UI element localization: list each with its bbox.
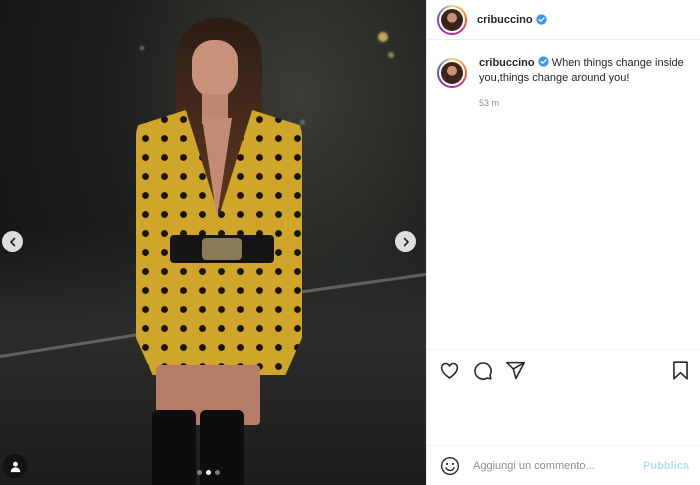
bookmark-icon <box>672 361 688 380</box>
post-timestamp[interactable]: 53 m <box>479 96 689 111</box>
verified-badge-icon <box>535 14 547 25</box>
publish-button[interactable]: Pubblica <box>643 460 689 472</box>
heart-icon <box>440 362 458 379</box>
share-button[interactable] <box>504 360 526 382</box>
caption-comment: cribuccino When things change inside you… <box>427 40 700 111</box>
like-button[interactable] <box>438 360 460 382</box>
save-button[interactable] <box>669 360 691 382</box>
caption-avatar[interactable] <box>437 58 467 88</box>
woman-figure <box>130 10 310 485</box>
emoji-button[interactable] <box>439 455 461 477</box>
carousel-indicator <box>197 470 220 475</box>
comment-input[interactable] <box>473 459 633 472</box>
tagged-users-button[interactable] <box>3 454 27 478</box>
smiley-face-icon <box>441 456 459 475</box>
carousel-dot-active <box>206 470 211 475</box>
paper-plane-icon <box>505 361 525 380</box>
post-photo[interactable] <box>0 0 426 485</box>
verified-badge-icon <box>537 56 549 67</box>
comment-bubble-icon <box>473 362 492 380</box>
post-header: cribuccino <box>427 0 700 40</box>
avatar[interactable] <box>437 4 467 35</box>
user-tag-icon <box>10 461 20 472</box>
post-modal: cribuccino cribuccino When things change… <box>0 0 700 485</box>
action-bar <box>427 349 700 391</box>
username-link[interactable]: cribuccino <box>477 14 533 26</box>
carousel-dot <box>215 470 220 475</box>
caption-username-link[interactable]: cribuccino <box>479 57 535 69</box>
chevron-right-icon <box>403 237 409 246</box>
chevron-left-icon <box>9 237 15 246</box>
comment-button[interactable] <box>471 360 493 382</box>
carousel-prev-button[interactable] <box>2 231 23 252</box>
carousel-dot <box>197 470 202 475</box>
add-comment-bar: Pubblica <box>427 445 700 485</box>
post-side-panel: cribuccino cribuccino When things change… <box>426 0 700 485</box>
carousel-next-button[interactable] <box>395 231 416 252</box>
